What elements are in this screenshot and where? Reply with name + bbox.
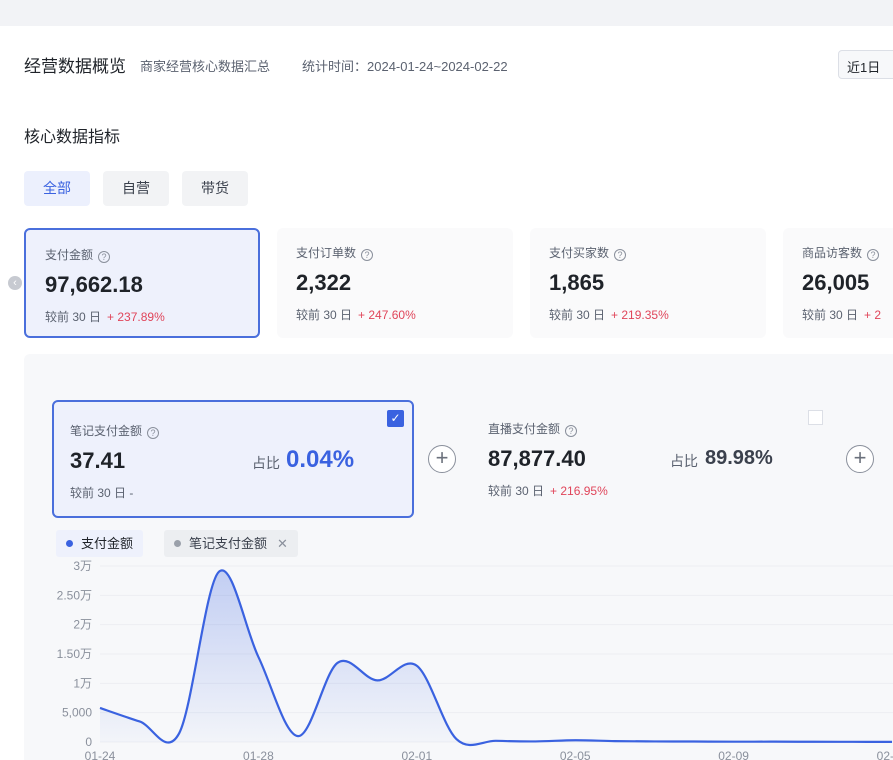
y-tick-label: 0: [85, 735, 92, 749]
y-tick-label: 1.50万: [57, 647, 92, 661]
legend-payment-amount[interactable]: 支付金额: [56, 530, 144, 557]
x-tick-label: 02-01: [401, 749, 432, 760]
y-tick-label: 1万: [73, 676, 92, 690]
share-value: 0.04%: [286, 446, 355, 473]
metric-change: + 237.89%: [107, 310, 165, 324]
unchecked-checkbox-icon[interactable]: [808, 410, 823, 425]
y-tick-label: 5,000: [62, 706, 92, 720]
sub-metric-value: 87,877.40: [488, 446, 586, 471]
section-title: 核心数据指标: [24, 129, 121, 146]
x-tick-label: 02-09: [718, 749, 749, 760]
sub-metric-label: 直播支付金额?: [488, 420, 578, 437]
legend-dot-icon: [66, 540, 73, 547]
metric-value: 1,865: [549, 270, 605, 295]
add-metric-plus-icon[interactable]: +: [846, 445, 874, 473]
y-tick-label: 3万: [73, 559, 92, 573]
sub-metric-change: + 216.95%: [550, 484, 608, 498]
segment-affiliate[interactable]: 带货: [182, 171, 248, 206]
help-icon[interactable]: ?: [147, 427, 160, 439]
metric-label: 支付金额?: [45, 246, 111, 263]
metric-card-buyer-count[interactable]: 支付买家数? 1,865 较前 30 日 + 219.35%: [530, 228, 766, 338]
sub-metric-compare: 较前 30 日 -: [70, 486, 134, 500]
metric-compare: 较前 30 日 + 237.89%: [45, 310, 165, 324]
y-tick-label: 2.50万: [57, 588, 92, 602]
metric-card-order-count[interactable]: 支付订单数? 2,322 较前 30 日 + 247.60%: [277, 228, 513, 338]
metric-value: 97,662.18: [45, 272, 143, 297]
help-icon[interactable]: ?: [867, 249, 880, 261]
top-strip: [0, 0, 893, 26]
help-icon[interactable]: ?: [614, 249, 627, 261]
share-label: 占比: [252, 455, 280, 471]
close-icon[interactable]: ✕: [277, 536, 288, 551]
add-metric-plus-icon[interactable]: +: [428, 445, 456, 473]
x-tick-label: 02-05: [560, 749, 591, 760]
sub-metric-note-payment[interactable]: 笔记支付金额? 37.41 较前 30 日 - 占比 0.04% ✓: [52, 400, 414, 518]
sub-metric-value: 37.41: [70, 448, 126, 473]
metric-change: + 2: [864, 308, 882, 322]
metric-value: 2,322: [296, 270, 352, 295]
metric-value: 26,005: [802, 270, 870, 295]
metric-label: 支付买家数?: [549, 244, 627, 261]
checked-checkbox-icon[interactable]: ✓: [387, 410, 404, 427]
stat-time-range: 统计时间：2024-01-24~2024-02-22: [302, 59, 508, 74]
sub-metric-compare: 较前 30 日 + 216.95%: [488, 484, 608, 498]
sub-metric-change: -: [129, 486, 134, 500]
share-value: 89.98%: [705, 447, 773, 469]
page-title: 经营数据概览: [24, 57, 126, 76]
metric-compare: 较前 30 日 + 2: [802, 308, 882, 322]
segment-all[interactable]: 全部: [24, 171, 90, 206]
y-tick-label: 2万: [73, 618, 92, 632]
help-icon[interactable]: ?: [98, 251, 111, 263]
page-subtitle: 商家经营核心数据汇总: [140, 59, 271, 74]
metric-card-visitor-count[interactable]: 商品访客数? 26,005 较前 30 日 + 2: [783, 228, 893, 338]
legend-note-payment[interactable]: 笔记支付金额 ✕: [164, 530, 298, 557]
metric-label: 支付订单数?: [296, 244, 374, 261]
x-tick-label: 01-28: [243, 749, 274, 760]
metric-compare: 较前 30 日 + 247.60%: [296, 308, 416, 322]
help-icon[interactable]: ?: [361, 249, 374, 261]
series-area: [100, 570, 892, 746]
help-icon[interactable]: ?: [565, 425, 578, 437]
metric-compare: 较前 30 日 + 219.35%: [549, 308, 669, 322]
legend-dot-icon: [174, 540, 181, 547]
payment-trend-chart: 3万 2.50万 2万 1.50万 1万 5,000 0 01-24 01-28 02-01 02…: [57, 559, 893, 760]
scroll-left-icon[interactable]: ‹: [8, 276, 22, 290]
metric-change: + 219.35%: [611, 308, 669, 322]
metric-label: 商品访客数?: [802, 244, 880, 261]
sub-metric-label: 笔记支付金额?: [70, 422, 160, 439]
sub-metric-live-payment[interactable]: 直播支付金额? 87,877.40 较前 30 日 + 216.95% 占比 89…: [470, 400, 810, 518]
x-tick-label: 01-24: [85, 749, 116, 760]
share-label: 占比: [670, 453, 698, 469]
segment-self-operated[interactable]: 自营: [103, 171, 169, 206]
date-range-button[interactable]: 近1日: [838, 50, 893, 79]
metric-change: + 247.60%: [358, 308, 416, 322]
x-tick-label: 02-13: [877, 749, 893, 760]
metric-card-payment-amount[interactable]: 支付金额? 97,662.18 较前 30 日 + 237.89%: [24, 228, 260, 338]
